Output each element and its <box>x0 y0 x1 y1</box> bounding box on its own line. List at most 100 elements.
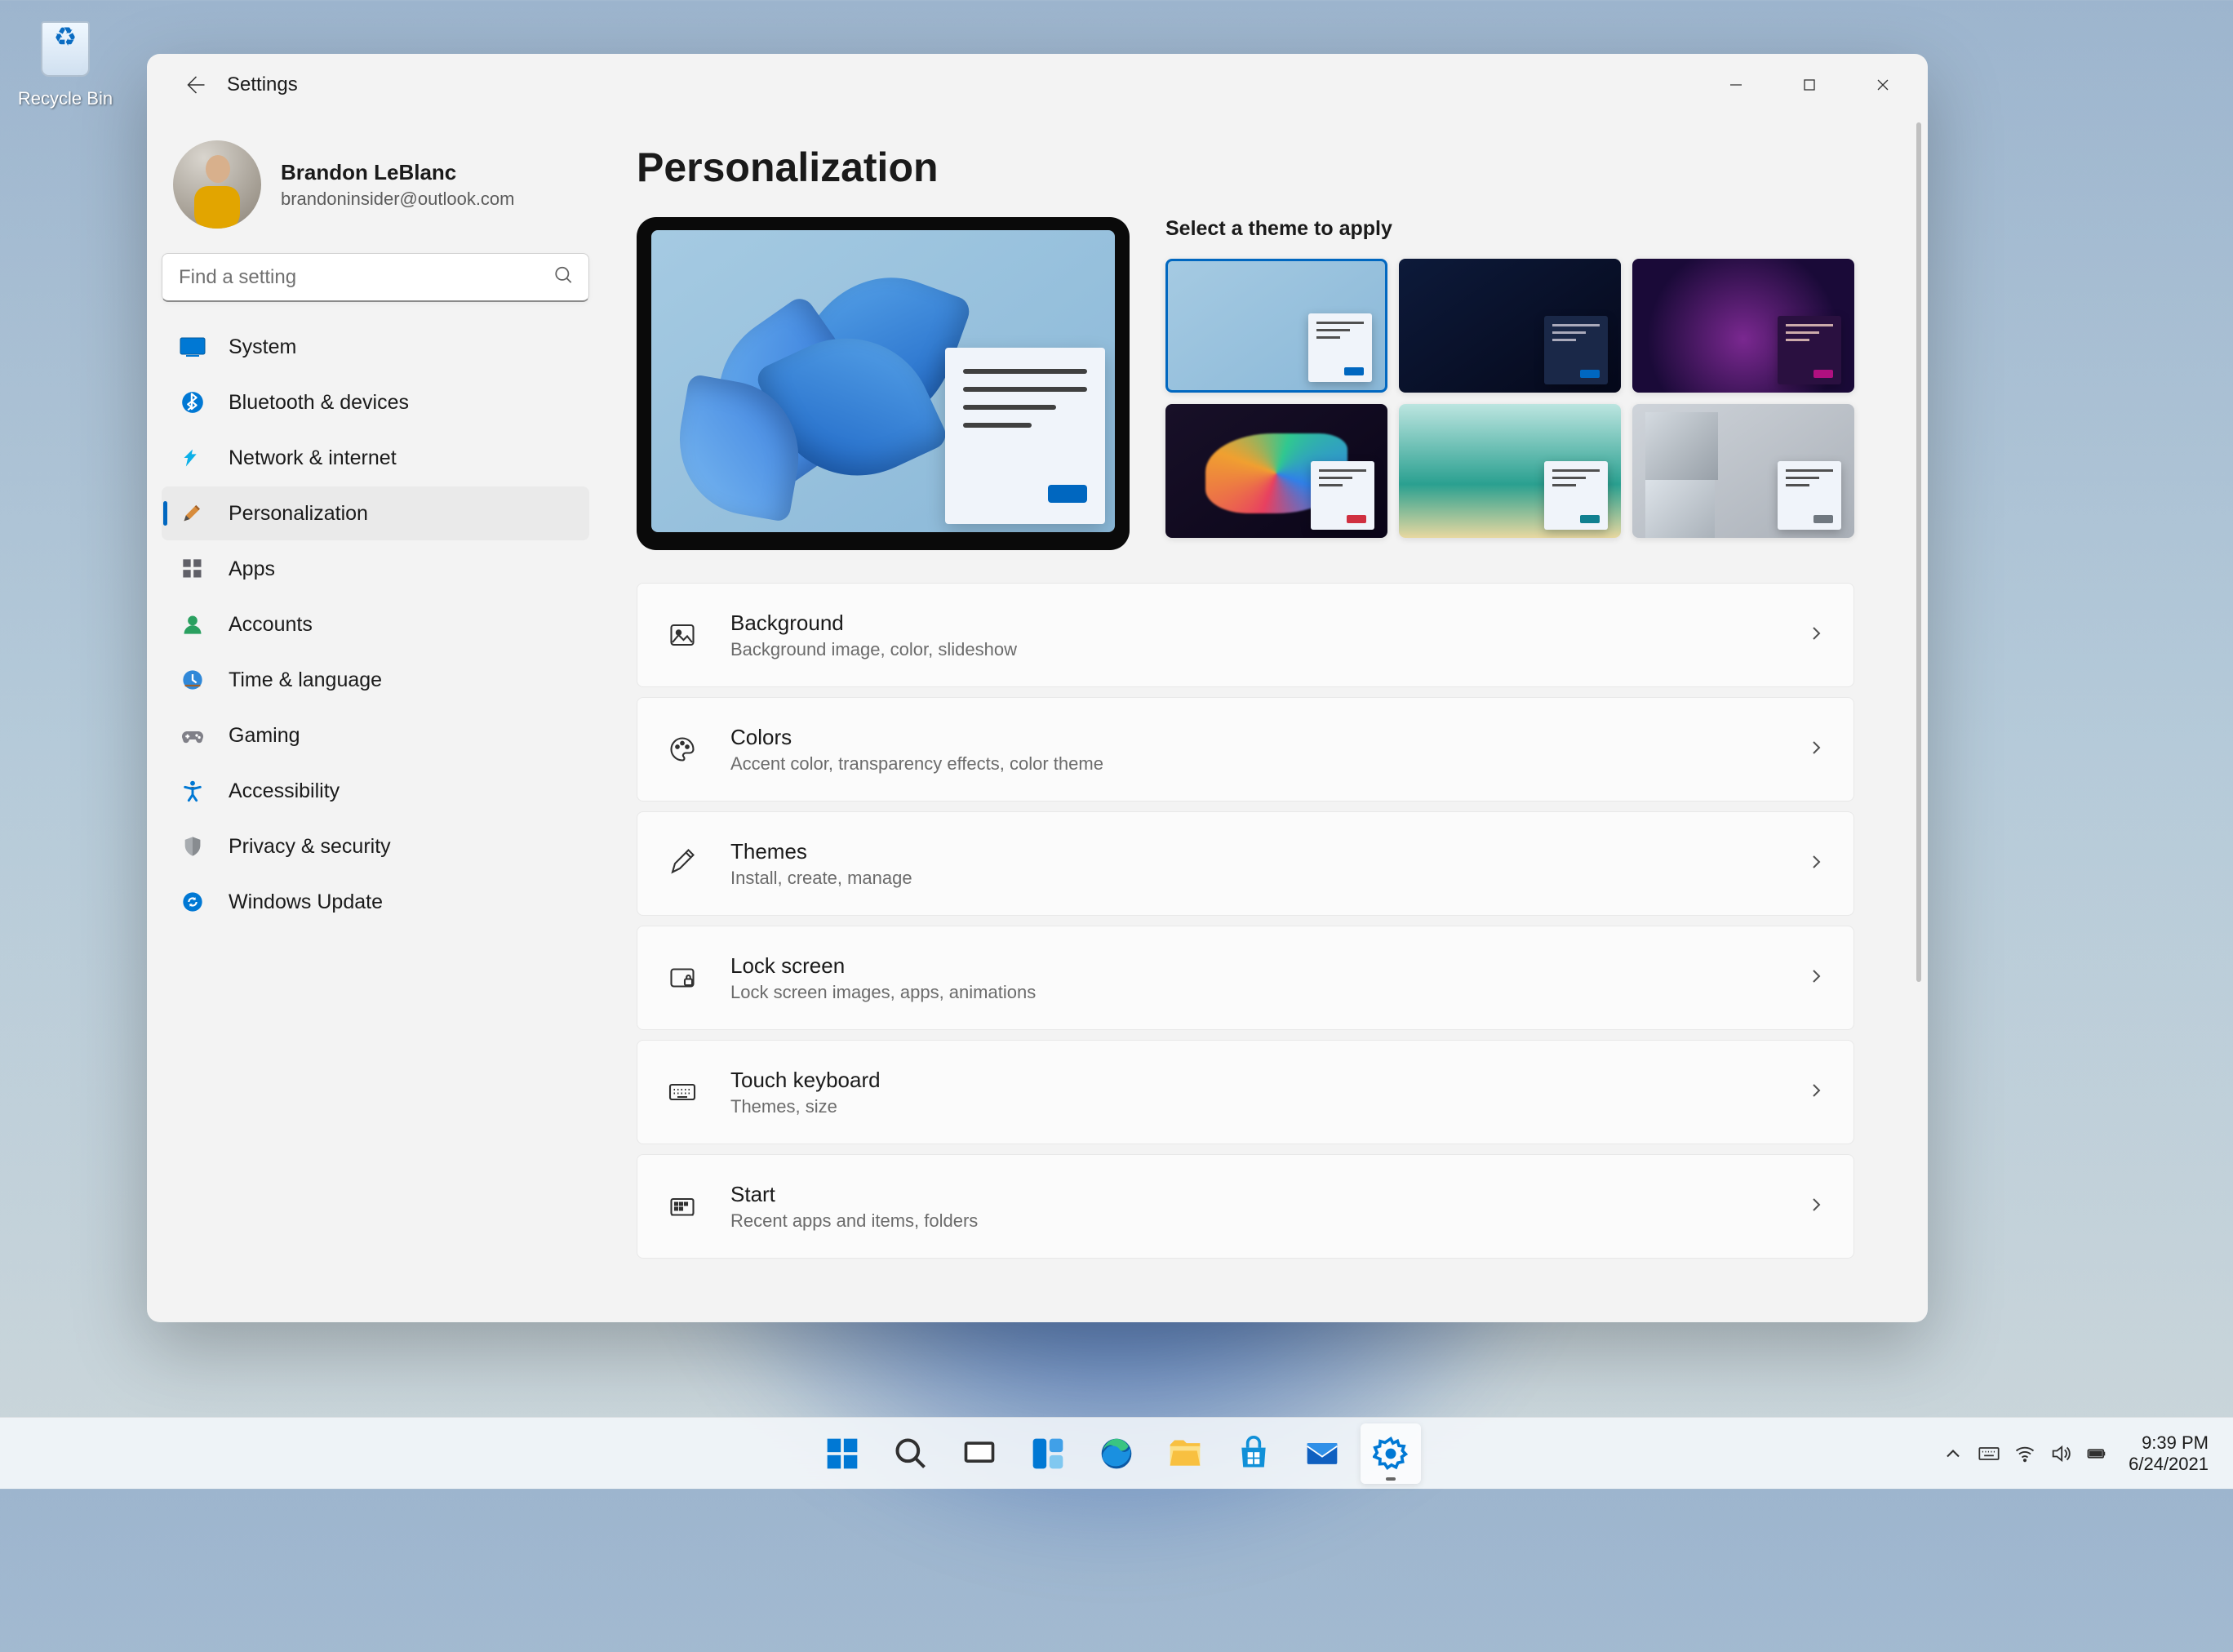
recycle-bin[interactable]: Recycle Bin <box>16 16 114 109</box>
sidebar-item-label: Personalization <box>229 502 368 526</box>
task-view-button[interactable] <box>949 1423 1010 1484</box>
sidebar-item-time[interactable]: Time & language <box>162 653 589 707</box>
tray-chevron-icon[interactable] <box>1936 1437 1970 1471</box>
row-title: Touch keyboard <box>730 1068 1806 1093</box>
app-title: Settings <box>227 73 298 96</box>
accounts-icon <box>180 611 206 637</box>
profile-block[interactable]: Brandon LeBlanc brandoninsider@outlook.c… <box>162 127 589 248</box>
chevron-right-icon <box>1806 852 1826 876</box>
explorer-button[interactable] <box>1155 1423 1215 1484</box>
sidebar-item-accounts[interactable]: Accounts <box>162 597 589 651</box>
row-subtitle: Install, create, manage <box>730 868 1806 889</box>
edge-icon <box>1099 1436 1134 1472</box>
sidebar-item-label: Accessibility <box>229 779 340 803</box>
sidebar-item-personalization[interactable]: Personalization <box>162 486 589 540</box>
chevron-right-icon <box>1806 738 1826 762</box>
settings-button[interactable] <box>1361 1423 1421 1484</box>
task-view-icon <box>961 1436 997 1472</box>
taskbar-clock[interactable]: 9:39 PM 6/24/2021 <box>2115 1432 2222 1475</box>
sidebar-item-label: Bluetooth & devices <box>229 391 409 415</box>
lock-icon <box>664 959 701 997</box>
settings-icon <box>1373 1436 1409 1472</box>
themes-label: Select a theme to apply <box>1165 217 1854 241</box>
avatar <box>173 140 261 229</box>
search-input[interactable] <box>162 253 589 302</box>
store-icon <box>1236 1436 1272 1472</box>
sidebar-item-label: Network & internet <box>229 446 397 470</box>
search-button[interactable] <box>881 1423 941 1484</box>
theme-mini-card <box>1308 313 1372 382</box>
minimize-button[interactable] <box>1699 61 1773 109</box>
back-button[interactable] <box>170 60 219 109</box>
sidebar-item-gaming[interactable]: Gaming <box>162 708 589 762</box>
update-icon <box>180 889 206 915</box>
sidebar-item-privacy[interactable]: Privacy & security <box>162 819 589 873</box>
mail-button[interactable] <box>1292 1423 1352 1484</box>
search-icon <box>553 265 575 291</box>
row-subtitle: Recent apps and items, folders <box>730 1210 1806 1232</box>
scrollbar[interactable] <box>1910 122 1928 1316</box>
setting-row-colors[interactable]: ColorsAccent color, transparency effects… <box>637 697 1854 802</box>
theme-mini-card <box>1778 461 1841 530</box>
maximize-button[interactable] <box>1773 61 1846 109</box>
recycle-bin-label: Recycle Bin <box>16 88 114 109</box>
widgets-icon <box>1030 1436 1066 1472</box>
sidebar-item-apps[interactable]: Apps <box>162 542 589 596</box>
setting-row-background[interactable]: BackgroundBackground image, color, slide… <box>637 583 1854 687</box>
sidebar-item-label: Privacy & security <box>229 835 391 859</box>
close-button[interactable] <box>1846 61 1920 109</box>
setting-row-themes[interactable]: Themes Install, create, manage <box>637 811 1854 916</box>
chevron-right-icon <box>1806 1195 1826 1219</box>
start-button[interactable] <box>812 1423 872 1484</box>
row-subtitle: Themes, size <box>730 1096 1806 1117</box>
theme-option-5[interactable] <box>1399 404 1621 538</box>
sidebar-item-label: Apps <box>229 557 275 581</box>
touchkb-icon <box>664 1073 701 1111</box>
setting-row-touchkb[interactable]: Touch keyboard Themes, size <box>637 1040 1854 1144</box>
row-title: Lock screen <box>730 953 1806 979</box>
clock-time: 9:39 PM <box>2129 1432 2209 1454</box>
profile-email: brandoninsider@outlook.com <box>281 189 515 210</box>
setting-row-start[interactable]: Start Recent apps and items, folders <box>637 1154 1854 1259</box>
themes-icon <box>664 845 701 882</box>
theme-option-3[interactable] <box>1632 259 1854 393</box>
system-icon <box>180 334 206 360</box>
row-subtitle: Background image, color, slideshow <box>730 639 1806 660</box>
theme-option-1[interactable] <box>1165 259 1387 393</box>
row-title: Themes <box>730 839 1806 864</box>
sidebar-item-update[interactable]: Windows Update <box>162 875 589 929</box>
personalization-icon <box>180 500 206 526</box>
volume-icon[interactable] <box>2044 1437 2078 1471</box>
time-icon <box>180 667 206 693</box>
widgets-button[interactable] <box>1018 1423 1078 1484</box>
sidebar-item-network[interactable]: Network & internet <box>162 431 589 485</box>
colors-icon <box>664 731 701 768</box>
theme-option-4[interactable] <box>1165 404 1387 538</box>
sidebar-item-label: Gaming <box>229 724 300 748</box>
sidebar-item-accessibility[interactable]: Accessibility <box>162 764 589 818</box>
settings-window: Settings Brandon LeBlanc brandoninsider@… <box>147 54 1928 1322</box>
sidebar: Brandon LeBlanc brandoninsider@outlook.c… <box>147 116 604 1322</box>
sidebar-item-system[interactable]: System <box>162 320 589 374</box>
background-icon <box>664 616 701 654</box>
battery-icon[interactable] <box>2080 1437 2114 1471</box>
edge-button[interactable] <box>1086 1423 1147 1484</box>
chevron-right-icon <box>1806 624 1826 647</box>
wifi-icon[interactable] <box>2008 1437 2042 1471</box>
theme-option-6[interactable] <box>1632 404 1854 538</box>
store-button[interactable] <box>1223 1423 1284 1484</box>
titlebar: Settings <box>147 54 1928 116</box>
sidebar-item-bluetooth[interactable]: Bluetooth & devices <box>162 375 589 429</box>
theme-option-2[interactable] <box>1399 259 1621 393</box>
row-subtitle: Lock screen images, apps, animations <box>730 982 1806 1003</box>
setting-row-lock[interactable]: Lock screen Lock screen images, apps, ani… <box>637 926 1854 1030</box>
row-title: Start <box>730 1182 1806 1207</box>
row-title: Colors <box>730 725 1806 750</box>
current-theme-preview[interactable] <box>637 217 1130 550</box>
theme-mini-card <box>1778 316 1841 384</box>
preview-window-card <box>945 348 1105 524</box>
onscreen-keyboard-icon[interactable] <box>1972 1437 2006 1471</box>
page-title: Personalization <box>637 144 1854 191</box>
start-icon <box>664 1188 701 1225</box>
clock-date: 6/24/2021 <box>2129 1454 2209 1475</box>
